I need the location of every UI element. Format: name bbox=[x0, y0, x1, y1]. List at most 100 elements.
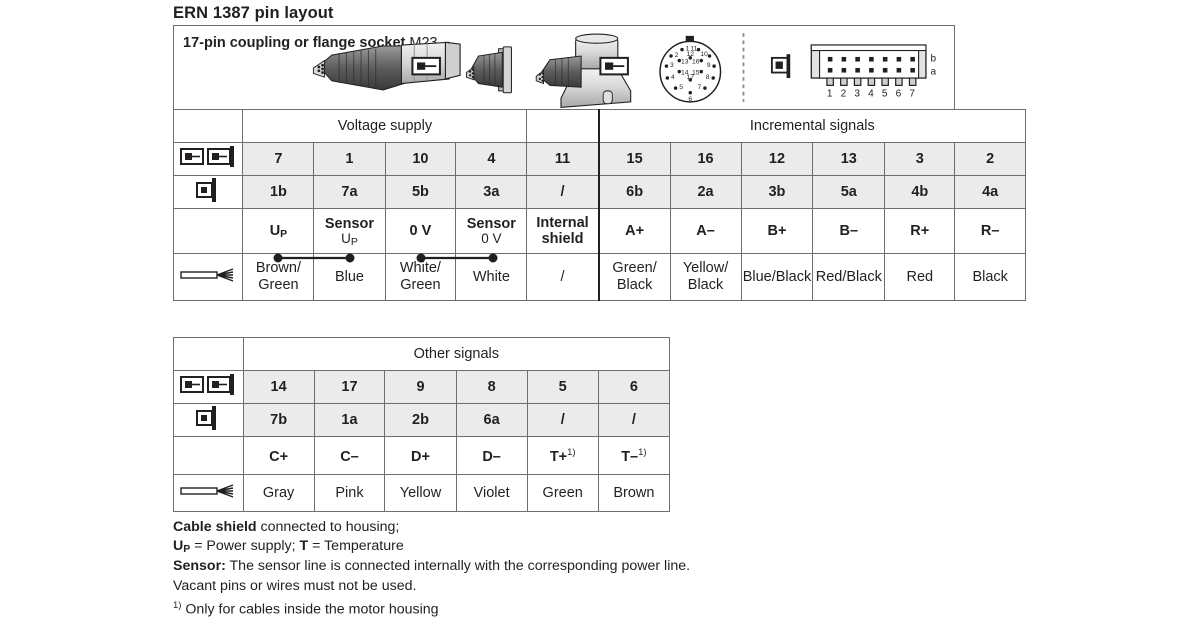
pcb-pin: / bbox=[526, 403, 599, 437]
svg-text:2: 2 bbox=[675, 52, 679, 59]
signal-name: UP bbox=[242, 208, 315, 254]
svg-text:5: 5 bbox=[882, 88, 888, 99]
pcb-row-icon-cell bbox=[172, 175, 244, 209]
wire-color: Pink bbox=[313, 474, 386, 512]
wire-color: Red bbox=[884, 253, 956, 301]
wire-color: Yellow bbox=[384, 474, 457, 512]
pcb-pin: 4b bbox=[884, 175, 956, 209]
m23-pin-row-2: 14 17 9 8 5 6 bbox=[173, 370, 671, 404]
signal-name: Sensor UP bbox=[313, 208, 386, 254]
pcb-pin: 3a bbox=[455, 175, 528, 209]
coupling-symbol-1 bbox=[411, 56, 441, 76]
note-up-text: = Power supply; bbox=[190, 538, 300, 555]
signal-name: Internal shield bbox=[526, 208, 600, 254]
svg-text:15: 15 bbox=[692, 69, 700, 76]
signal-row-spacer-2 bbox=[173, 436, 244, 475]
signal-main: UP bbox=[269, 223, 288, 240]
sensor-link-symbols bbox=[273, 253, 498, 263]
group-header-spacer bbox=[172, 109, 244, 143]
right-angle-connector-art bbox=[535, 33, 632, 108]
wire-color-row-2: Gray Pink Yellow Violet Green Brown bbox=[173, 474, 671, 512]
note-cable-shield-label: Cable shield bbox=[173, 519, 257, 535]
signal-name: Sensor 0 V bbox=[455, 208, 528, 254]
m23-pin: 7 bbox=[242, 142, 315, 176]
pcb-row-icon-cell-2 bbox=[173, 403, 244, 437]
wire-color: Green/ Black bbox=[598, 253, 671, 301]
pcb-connector-icon bbox=[196, 406, 217, 430]
wire-color: Gray bbox=[242, 474, 315, 512]
svg-text:5: 5 bbox=[679, 84, 683, 91]
m23-pin: 4 bbox=[455, 142, 528, 176]
pcb-pin: 2a bbox=[669, 175, 742, 209]
svg-text:6: 6 bbox=[688, 96, 692, 103]
wire-color: Red/Black bbox=[812, 253, 886, 301]
coupling-label-light: M23 bbox=[409, 35, 438, 51]
m23-row-icon-cell bbox=[172, 142, 244, 176]
m23-pin: 14 bbox=[242, 370, 315, 404]
m23-pin: 5 bbox=[526, 370, 599, 404]
signal-main: Sensor bbox=[466, 216, 516, 232]
group-header-row-2: Other signals bbox=[173, 337, 671, 371]
coupling-symbol-2 bbox=[599, 56, 629, 76]
m23-coupling-and-flange-icon bbox=[180, 374, 235, 395]
cable-end-icon bbox=[180, 483, 234, 498]
svg-text:11: 11 bbox=[690, 46, 697, 53]
svg-text:7: 7 bbox=[698, 84, 702, 91]
note-cable-shield: Cable shield connected to housing; bbox=[173, 518, 690, 537]
signal-name-row: UP Sensor UP 0 V Sensor 0 V Internal shi… bbox=[172, 208, 1026, 254]
pcb-pin: 6a bbox=[455, 403, 528, 437]
coupling-label-bold: 17-pin coupling or flange socket bbox=[183, 35, 406, 51]
signal-name: A– bbox=[669, 208, 742, 254]
m23-pin: 2 bbox=[954, 142, 1026, 176]
wire-color: Violet bbox=[455, 474, 528, 512]
svg-text:17: 17 bbox=[687, 74, 695, 81]
pin-layout-diagram: ERN 1387 pin layout 17-pin coupling or f… bbox=[0, 0, 1200, 630]
m23-pin: 15 bbox=[598, 142, 671, 176]
svg-text:9: 9 bbox=[707, 62, 711, 69]
signal-name: 0 V bbox=[384, 208, 457, 254]
pcb-pin: 6b bbox=[598, 175, 671, 209]
m23-pin: 8 bbox=[455, 370, 528, 404]
pcb-pin: / bbox=[597, 403, 671, 437]
connector-header-row: 17-pin coupling or flange socket M23 11 … bbox=[172, 25, 1026, 110]
pcb-pin: 5b bbox=[384, 175, 457, 209]
connector-illustration-cell: 17-pin coupling or flange socket M23 11 … bbox=[172, 25, 956, 110]
pin-circle-diagram: 11 1 10 2 9 3 8 4 7 5 6 12 16 13 15 14 1… bbox=[659, 35, 722, 103]
cable-end-icon bbox=[180, 267, 234, 282]
signal-main: Sensor bbox=[324, 216, 375, 232]
note-abbreviations: UP = Power supply; T = Temperature bbox=[173, 537, 690, 557]
svg-text:2: 2 bbox=[841, 88, 847, 99]
signal-row-spacer bbox=[172, 208, 244, 254]
note-sensor-text: The sensor line is connected internally … bbox=[225, 558, 691, 575]
svg-text:14: 14 bbox=[681, 69, 689, 76]
group-label-incremental-signals: Incremental signals bbox=[598, 109, 1026, 143]
svg-text:8: 8 bbox=[706, 74, 710, 81]
group-label-other-signals: Other signals bbox=[242, 337, 671, 371]
note-sensor: Sensor: The sensor line is connected int… bbox=[173, 557, 690, 576]
signal-name: D– bbox=[455, 436, 528, 475]
flange-socket-art bbox=[466, 46, 512, 94]
signal-secondary: 0 V bbox=[481, 231, 502, 246]
note-t-text: = Temperature bbox=[308, 538, 404, 555]
pcb-pin: 4a bbox=[954, 175, 1026, 209]
m23-pin-row: 7 1 10 4 11 15 16 12 13 3 2 bbox=[172, 142, 1026, 176]
pcb-pin: 7a bbox=[313, 175, 386, 209]
group-header-spacer-2 bbox=[173, 337, 244, 371]
note-sensor-label: Sensor: bbox=[173, 558, 226, 575]
m23-pin: 16 bbox=[669, 142, 742, 176]
m23-row-icon-cell-2 bbox=[173, 370, 244, 404]
m23-pin: 17 bbox=[313, 370, 386, 404]
svg-text:16: 16 bbox=[692, 58, 700, 65]
pcb-pin: / bbox=[526, 175, 600, 209]
signal-name: C– bbox=[313, 436, 386, 475]
signal-name: C+ bbox=[242, 436, 315, 475]
signal-name: D+ bbox=[384, 436, 457, 475]
signal-name: B+ bbox=[740, 208, 814, 254]
wire-color: Blue/Black bbox=[740, 253, 814, 301]
pcb-pin: 3b bbox=[740, 175, 814, 209]
signal-name-row-2: C+ C– D+ D– T+1) T–1) bbox=[173, 436, 671, 475]
wire-color: Green bbox=[526, 474, 599, 512]
m23-pin: 6 bbox=[597, 370, 671, 404]
pcb-pin: 1b bbox=[242, 175, 315, 209]
m23-pin: 1 bbox=[313, 142, 386, 176]
